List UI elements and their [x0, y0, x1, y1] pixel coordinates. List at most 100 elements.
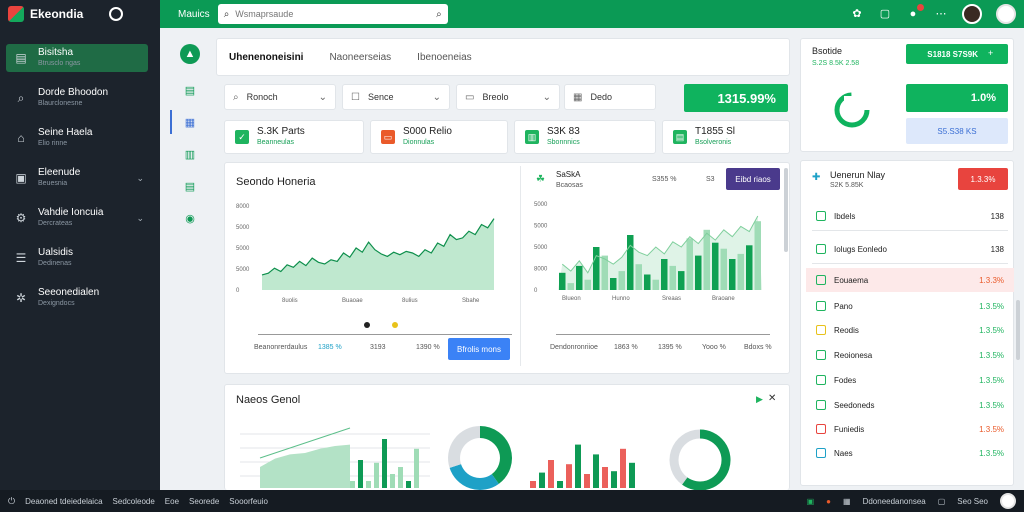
document-icon[interactable]: ▤ — [180, 80, 200, 100]
status-item[interactable]: Sooorfeuio — [229, 497, 268, 506]
sidebar-item-search[interactable]: ⌕ Dorde Bhoodon Blaurclonesne — [6, 84, 148, 112]
chart-icon[interactable]: ▦ — [180, 112, 200, 132]
filter-dropdown-4[interactable]: ▦ Dedo — [564, 84, 656, 110]
bar — [593, 247, 600, 290]
table-icon[interactable]: ▤ — [180, 176, 200, 196]
chevron-down-icon[interactable]: ⌄ — [136, 213, 144, 224]
filter-dropdown-2[interactable]: ☐ Sence ⌄ — [342, 84, 450, 110]
list-item-label: Eouaema — [834, 275, 869, 285]
status-item[interactable]: Seorede — [189, 497, 219, 506]
list-item-value: 1.3.5% — [979, 448, 1004, 458]
bar — [567, 283, 574, 290]
tabs-bar: Uhenenoneisini Naoneerseias Ibenoeneias — [216, 38, 790, 76]
bar — [618, 271, 625, 290]
play-icon[interactable]: ▶ — [756, 394, 763, 405]
search-input[interactable] — [235, 9, 431, 19]
grid-icon[interactable]: ▦ — [843, 497, 851, 506]
scrollbar[interactable] — [784, 168, 788, 252]
right-list-badge[interactable]: 1.3.3% — [958, 168, 1008, 190]
filter-dropdown-3[interactable]: ▭ Breolo ⌄ — [456, 84, 560, 110]
add-icon[interactable]: ▲ — [180, 44, 200, 64]
list-item[interactable]: Ibdels 138 — [806, 204, 1014, 228]
calendar-icon[interactable]: ▥ — [180, 144, 200, 164]
layout-icon[interactable]: ▢ — [878, 7, 892, 21]
avatar[interactable] — [962, 4, 982, 24]
chart-left-action-button[interactable]: Bfrolis mons — [448, 338, 510, 360]
list-item[interactable]: Iolugs Eonledo 138 — [806, 237, 1014, 261]
list-item-icon — [816, 400, 826, 410]
brand[interactable]: Ekeondia — [0, 0, 160, 28]
sidebar-item-dashboard[interactable]: ▤ Bisitsha Btrusclo ngas — [6, 44, 148, 72]
bar — [686, 238, 693, 290]
calendar-icon: ▦ — [573, 91, 583, 103]
tab-reports[interactable]: Naoneerseias — [329, 52, 391, 63]
list-item[interactable]: Reoionesa 1.3.5% — [806, 343, 1014, 367]
chart-right-footer-label: Dendonronriioe — [550, 344, 598, 351]
plus-icon[interactable]: + — [988, 48, 993, 58]
user-icon[interactable]: ◉ — [180, 208, 200, 228]
list-item-icon — [816, 211, 826, 221]
filter-dropdown-1[interactable]: ⌕ Ronoch ⌄ — [224, 84, 336, 110]
list-item-icon — [816, 301, 826, 311]
bar — [559, 272, 566, 290]
search-icon: ⌕ — [233, 91, 239, 103]
sidebar-item-images[interactable]: ▣ Eleenude Beuesnia ⌄ — [6, 164, 148, 192]
search-submit-icon[interactable]: ⌕ — [436, 9, 442, 20]
sidebar: ▤ Bisitsha Btrusclo ngas ⌕ Dorde Bhoodon B… — [0, 28, 160, 490]
list-item[interactable]: Fodes 1.3.5% — [806, 368, 1014, 392]
sidebar-item-home[interactable]: ⌂ Seine Haela Elio rinne — [6, 124, 148, 152]
tab-insights[interactable]: Ibenoeneias — [417, 52, 472, 63]
more-icon[interactable]: ⋯ — [934, 7, 948, 21]
right-stat-primary: 1.0% — [906, 84, 1008, 112]
list-item[interactable]: Eouaema 1.3.3% — [806, 268, 1014, 292]
right-list-scrollbar[interactable] — [1016, 300, 1020, 360]
power-icon[interactable]: ⏻ — [8, 496, 15, 507]
list-item-value: 138 — [990, 244, 1004, 254]
settings-icon[interactable]: ✿ — [850, 7, 864, 21]
bar — [414, 448, 419, 488]
list-item[interactable]: Naes 1.3.5% — [806, 441, 1014, 465]
notifications-icon[interactable]: ● — [906, 4, 924, 21]
kpi-card-4[interactable]: ▤ T1855 Sl Bsolveronis — [662, 120, 790, 154]
sidebar-item-users[interactable]: ✲ Seeonedialen Dexigndocs — [6, 284, 148, 312]
bar — [398, 467, 403, 488]
status-item[interactable]: Deaoned tdeiedelaica — [25, 497, 102, 506]
bar — [366, 481, 371, 488]
status-item[interactable]: Ddoneedanonsea — [863, 497, 926, 506]
refresh-icon[interactable] — [109, 7, 124, 21]
list-item-label: Ibdels — [834, 211, 856, 221]
status-item[interactable]: Eoe — [165, 497, 179, 506]
bar — [539, 472, 545, 488]
profile-icon[interactable] — [996, 4, 1016, 24]
window-icon[interactable]: ▢ — [938, 497, 946, 506]
sidebar-item-label: Eleenude — [38, 167, 81, 178]
list-item[interactable]: Seedoneds 1.3.5% — [806, 393, 1014, 417]
list-item[interactable]: Funiedis 1.3.5% — [806, 417, 1014, 441]
list-item-label: Naes — [834, 448, 853, 458]
x-tick-label: Hunno — [612, 296, 630, 302]
search-box[interactable]: ⌕ ⌕ — [217, 4, 448, 24]
tab-overview[interactable]: Uhenenoneisini — [229, 52, 303, 63]
status-item[interactable]: Sedcoleode — [113, 497, 155, 506]
list-item-value: 1.3.5% — [979, 350, 1004, 360]
sidebar-item-settings[interactable]: ⚙ Vahdie Ioncuia Dercrateas ⌄ — [6, 204, 148, 232]
close-icon[interactable]: ✕ — [768, 393, 776, 404]
chevron-down-icon[interactable]: ⌄ — [136, 173, 144, 184]
status-item[interactable]: Seo Seo — [957, 497, 988, 506]
bottom-panel-title: Naeos Genol — [236, 394, 301, 406]
topbar-menu[interactable]: Mauics — [178, 9, 210, 20]
list-item[interactable]: Pano 1.3.5% — [806, 294, 1014, 318]
right-stat-secondary: S5.S38 KS — [906, 118, 1008, 144]
kpi-card-1[interactable]: ✓ S.3K Parts Beanneulas — [224, 120, 364, 154]
bar — [406, 481, 411, 488]
bar — [584, 474, 590, 488]
kpi-card-3[interactable]: ▥ S3K 83 Sbonnnics — [514, 120, 656, 154]
list-item[interactable]: Reodis 1.3.5% — [806, 318, 1014, 342]
kpi-card-2[interactable]: ▭ S000 Relio Dionnulas — [370, 120, 508, 154]
status-warning-icon[interactable]: ● — [826, 497, 831, 506]
status-ok-icon[interactable]: ▣ — [807, 497, 815, 506]
status-avatar[interactable] — [1000, 493, 1016, 509]
chart-right-action-button[interactable]: Eibd riaos — [726, 168, 780, 190]
sidebar-item-list[interactable]: ☰ Ualsidis Dedinenas — [6, 244, 148, 272]
kpi-value: S.3K Parts — [257, 126, 305, 137]
